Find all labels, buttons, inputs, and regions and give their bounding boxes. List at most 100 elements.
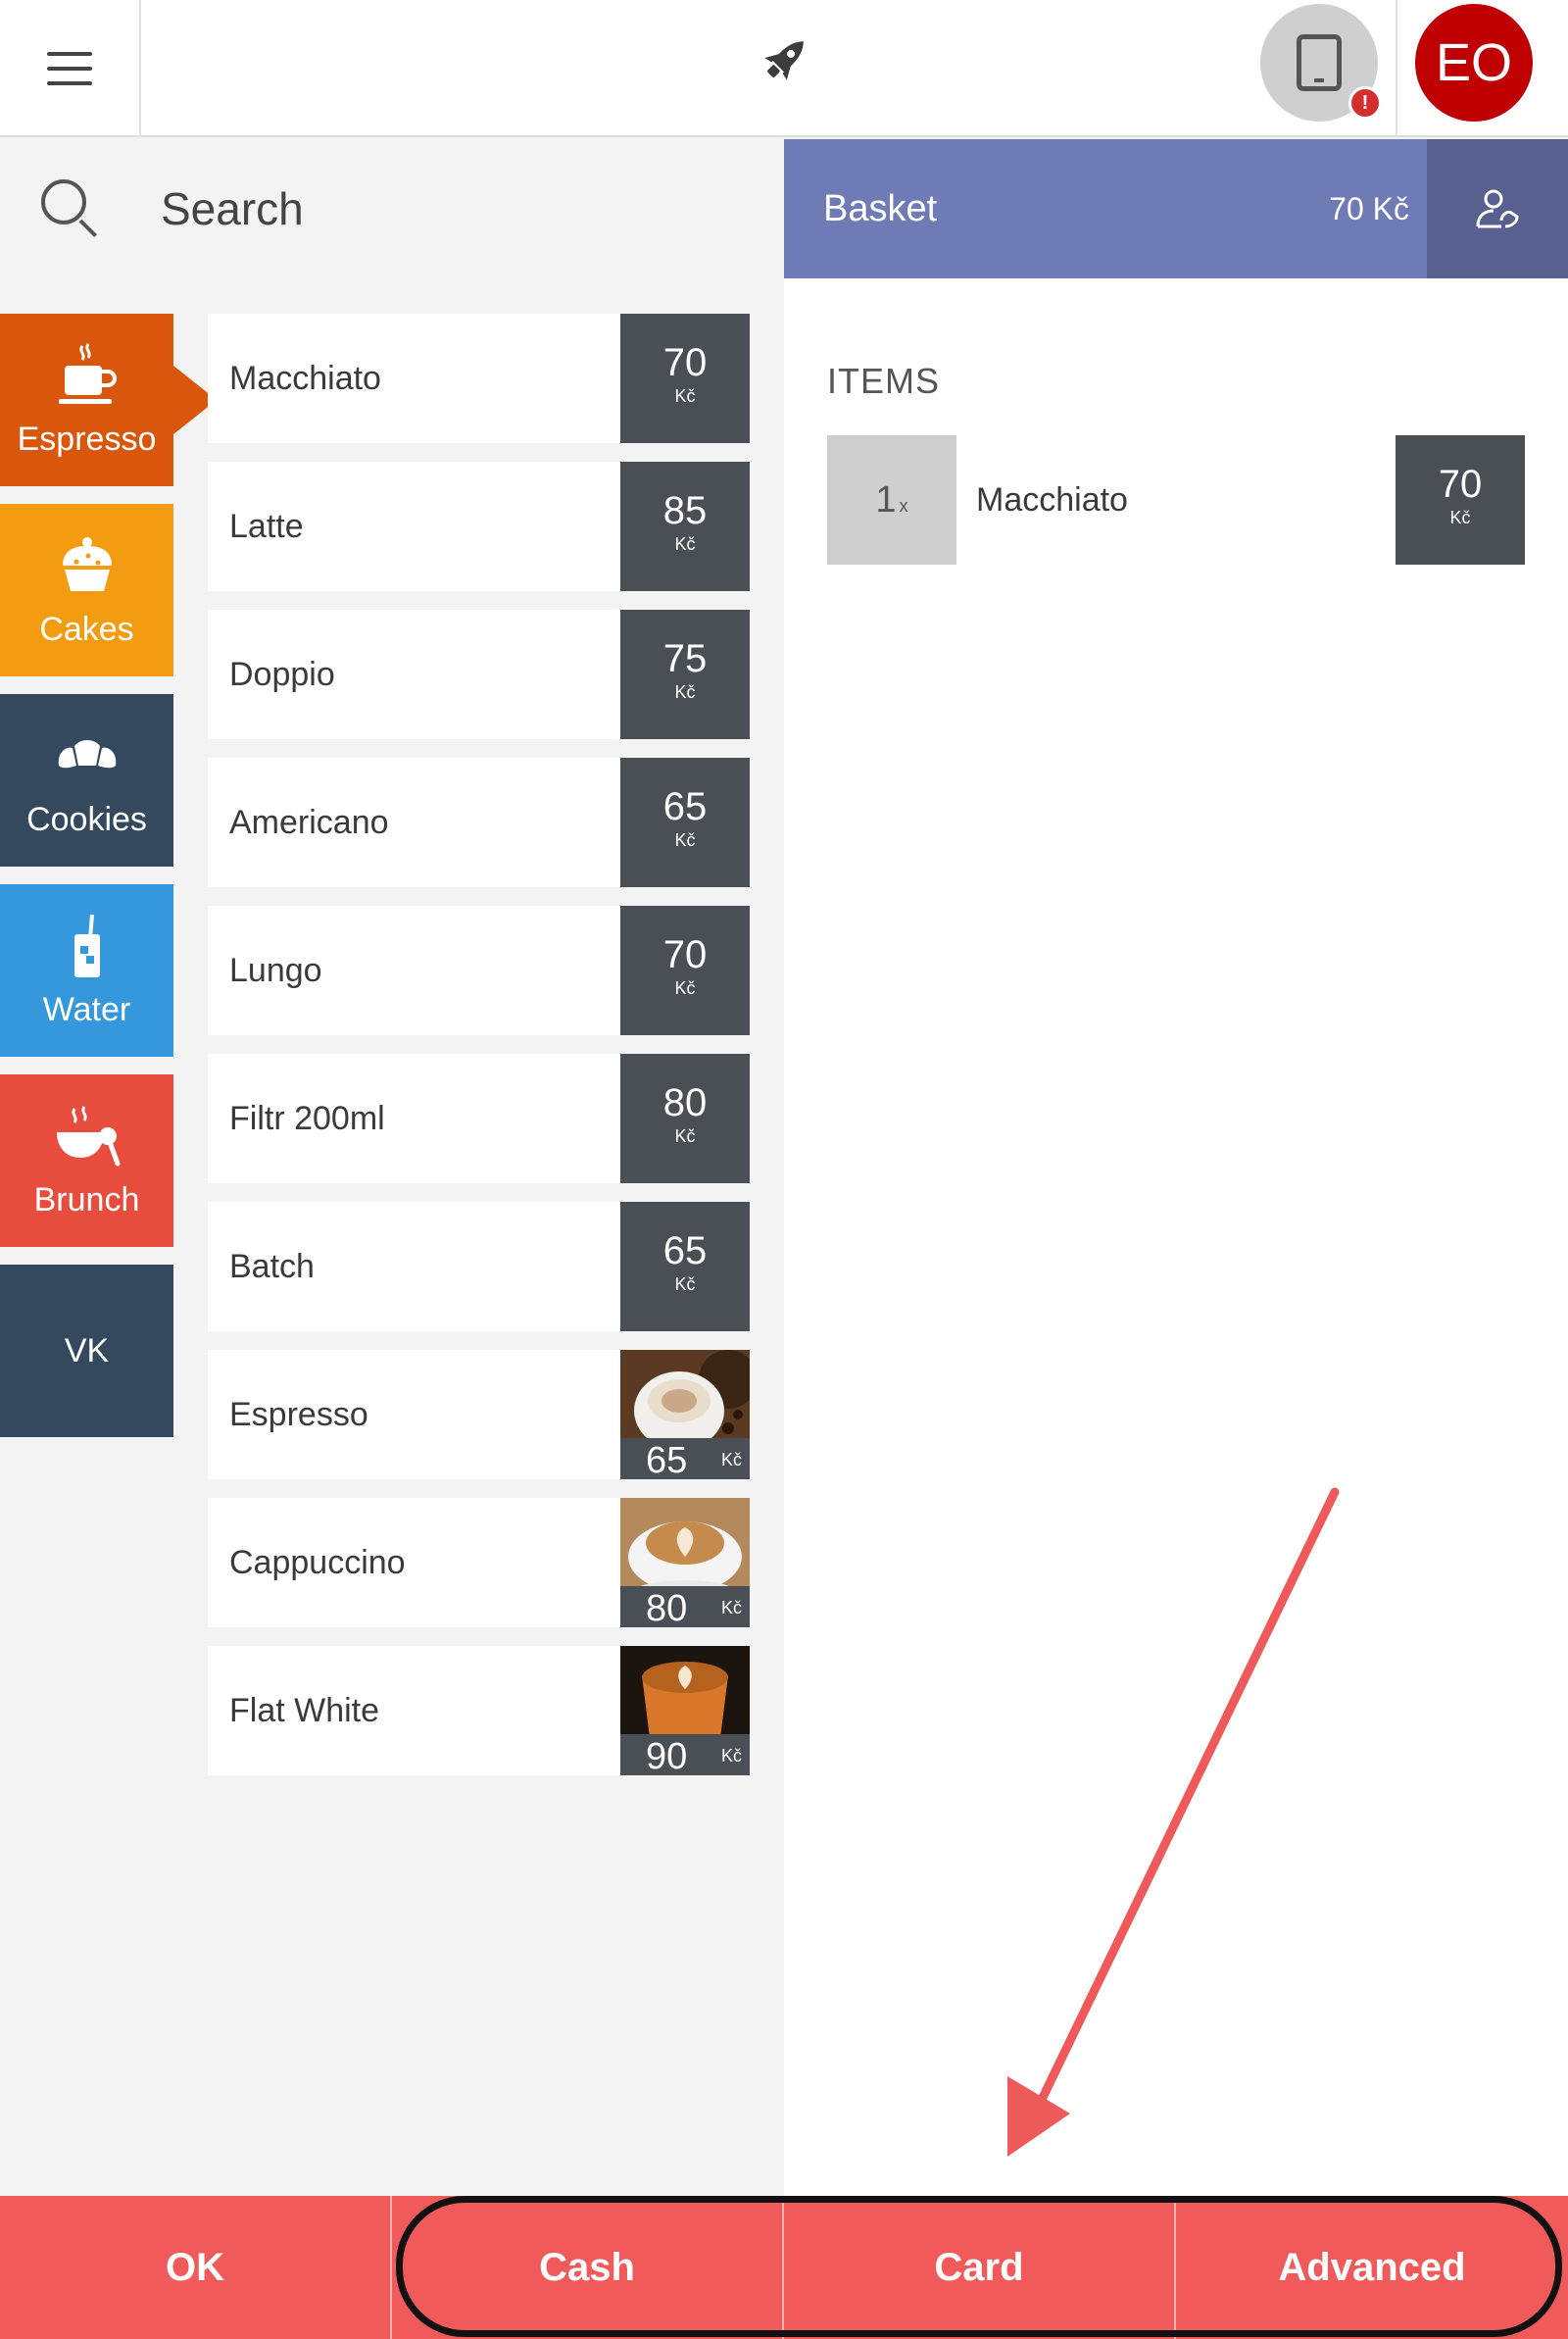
price-tile: 70 Kč <box>620 314 750 443</box>
category-label: Brunch <box>33 1180 140 1219</box>
basket-item-price: 70 Kč <box>1396 435 1525 565</box>
product-name: Filtr 200ml <box>229 1100 385 1137</box>
category-label: Cookies <box>26 800 147 838</box>
price-amount: 70 <box>662 933 708 976</box>
price-tile: 65 Kč <box>620 758 750 887</box>
ok-button[interactable]: OK <box>0 2196 390 2339</box>
price-amount: 85 <box>662 489 708 532</box>
product-name: Americano <box>229 804 389 841</box>
price-amount: 70 <box>1438 463 1483 506</box>
product-name: Cappuccino <box>229 1544 406 1581</box>
cappuccino-photo: 80 Kč <box>620 1498 750 1627</box>
product-name: Espresso <box>229 1396 368 1433</box>
payment-action-bar: OK Cash Card Advanced <box>0 2196 1568 2339</box>
price-currency: Kč <box>674 978 696 998</box>
search-bar <box>0 139 784 278</box>
product-espresso[interactable]: Espresso 65 Kč <box>208 1350 750 1479</box>
price-currency: Kč <box>720 1598 742 1617</box>
basket-item[interactable]: 1 x Macchiato 70 Kč <box>827 435 1525 565</box>
search-icon[interactable] <box>41 179 100 238</box>
product-flat-white[interactable]: Flat White 90 Kč <box>208 1646 750 1775</box>
product-name: Doppio <box>229 656 335 693</box>
category-cookies[interactable]: Cookies <box>0 694 173 867</box>
category-label: Espresso <box>17 420 157 458</box>
cash-button[interactable]: Cash <box>392 2196 782 2339</box>
card-button[interactable]: Card <box>784 2196 1174 2339</box>
category-vk[interactable]: VK <box>0 1265 173 1437</box>
category-label: VK <box>64 1331 110 1369</box>
customer-add-icon <box>1476 189 1519 228</box>
product-cappuccino[interactable]: Cappuccino 80 Kč <box>208 1498 750 1627</box>
product-americano[interactable]: Americano 65 Kč <box>208 758 750 887</box>
croissant-icon <box>58 739 116 768</box>
price-amount: 70 <box>662 341 708 384</box>
price-currency: Kč <box>720 1746 742 1766</box>
price-currency: Kč <box>674 534 696 554</box>
product-batch[interactable]: Batch 65 Kč <box>208 1202 750 1331</box>
product-name: Lungo <box>229 952 322 989</box>
top-divider <box>1396 0 1397 137</box>
product-filtr-200ml[interactable]: Filtr 200ml 80 Kč <box>208 1054 750 1183</box>
category-cakes[interactable]: Cakes <box>0 504 173 676</box>
category-espresso[interactable]: Espresso <box>0 314 217 486</box>
tablet-icon <box>1297 34 1342 91</box>
search-input[interactable] <box>161 182 710 235</box>
category-brunch[interactable]: Brunch <box>0 1074 173 1247</box>
hamburger-menu-button[interactable] <box>0 0 141 137</box>
basket-total: 70 Kč <box>1329 191 1409 226</box>
top-bar: ! EO <box>0 0 1568 137</box>
product-name: Flat White <box>229 1692 380 1729</box>
price-amount: 80 <box>646 1588 688 1627</box>
product-name: Macchiato <box>229 360 381 397</box>
price-currency: Kč <box>720 1450 742 1469</box>
hamburger-menu-icon-bar <box>47 67 92 71</box>
category-label: Water <box>42 990 131 1028</box>
quantity-suffix: x <box>899 495 908 516</box>
product-name: Latte <box>229 508 304 545</box>
price-tile: 75 Kč <box>620 610 750 739</box>
drink-glass-icon <box>74 914 100 977</box>
advanced-button[interactable]: Advanced <box>1176 2196 1568 2339</box>
price-currency: Kč <box>674 1274 696 1294</box>
product-macchiato[interactable]: Macchiato 70 Kč <box>208 314 750 443</box>
product-lungo[interactable]: Lungo 70 Kč <box>208 906 750 1035</box>
alert-badge: ! <box>1348 86 1382 120</box>
product-latte[interactable]: Latte 85 Kč <box>208 462 750 591</box>
rocket-icon[interactable] <box>755 29 813 92</box>
hamburger-menu-icon-bar <box>47 81 92 85</box>
items-heading: ITEMS <box>827 361 941 401</box>
price-amount: 80 <box>662 1081 708 1124</box>
quantity-button[interactable]: 1 x <box>827 435 956 565</box>
price-amount: 65 <box>646 1440 688 1479</box>
cupcake-icon <box>62 536 112 591</box>
price-amount: 65 <box>662 1229 708 1272</box>
customer-button[interactable] <box>1427 139 1568 278</box>
hamburger-menu-icon <box>47 52 92 56</box>
basket-header[interactable]: Basket 70 Kč <box>784 139 1427 278</box>
quantity-value: 1 <box>875 478 897 521</box>
price-currency: Kč <box>674 830 696 850</box>
price-tile: 85 Kč <box>620 462 750 591</box>
price-amount: 90 <box>646 1736 688 1775</box>
user-avatar[interactable]: EO <box>1415 4 1533 122</box>
price-tile: 70 Kč <box>620 906 750 1035</box>
price-tile: 65 Kč <box>620 1202 750 1331</box>
coffee-cup-icon <box>58 342 117 404</box>
category-water[interactable]: Water <box>0 884 173 1057</box>
price-amount: 65 <box>662 785 708 828</box>
price-tile: 80 Kč <box>620 1054 750 1183</box>
basket-panel: Basket 70 Kč ITEMS 1 x Macchiato 70 Kč <box>784 139 1568 2196</box>
price-currency: Kč <box>674 682 696 702</box>
price-amount: 75 <box>662 637 708 680</box>
flat-white-photo: 90 Kč <box>620 1646 750 1775</box>
espresso-photo: 65 Kč <box>620 1350 750 1479</box>
product-doppio[interactable]: Doppio 75 Kč <box>208 610 750 739</box>
category-label: Cakes <box>39 610 134 648</box>
price-currency: Kč <box>1449 508 1471 527</box>
basket-title: Basket <box>823 188 938 229</box>
price-currency: Kč <box>674 386 696 406</box>
basket-item-name: Macchiato <box>976 481 1128 519</box>
price-currency: Kč <box>674 1126 696 1146</box>
product-name: Batch <box>229 1248 315 1285</box>
brunch-bowl-icon <box>56 1105 120 1166</box>
